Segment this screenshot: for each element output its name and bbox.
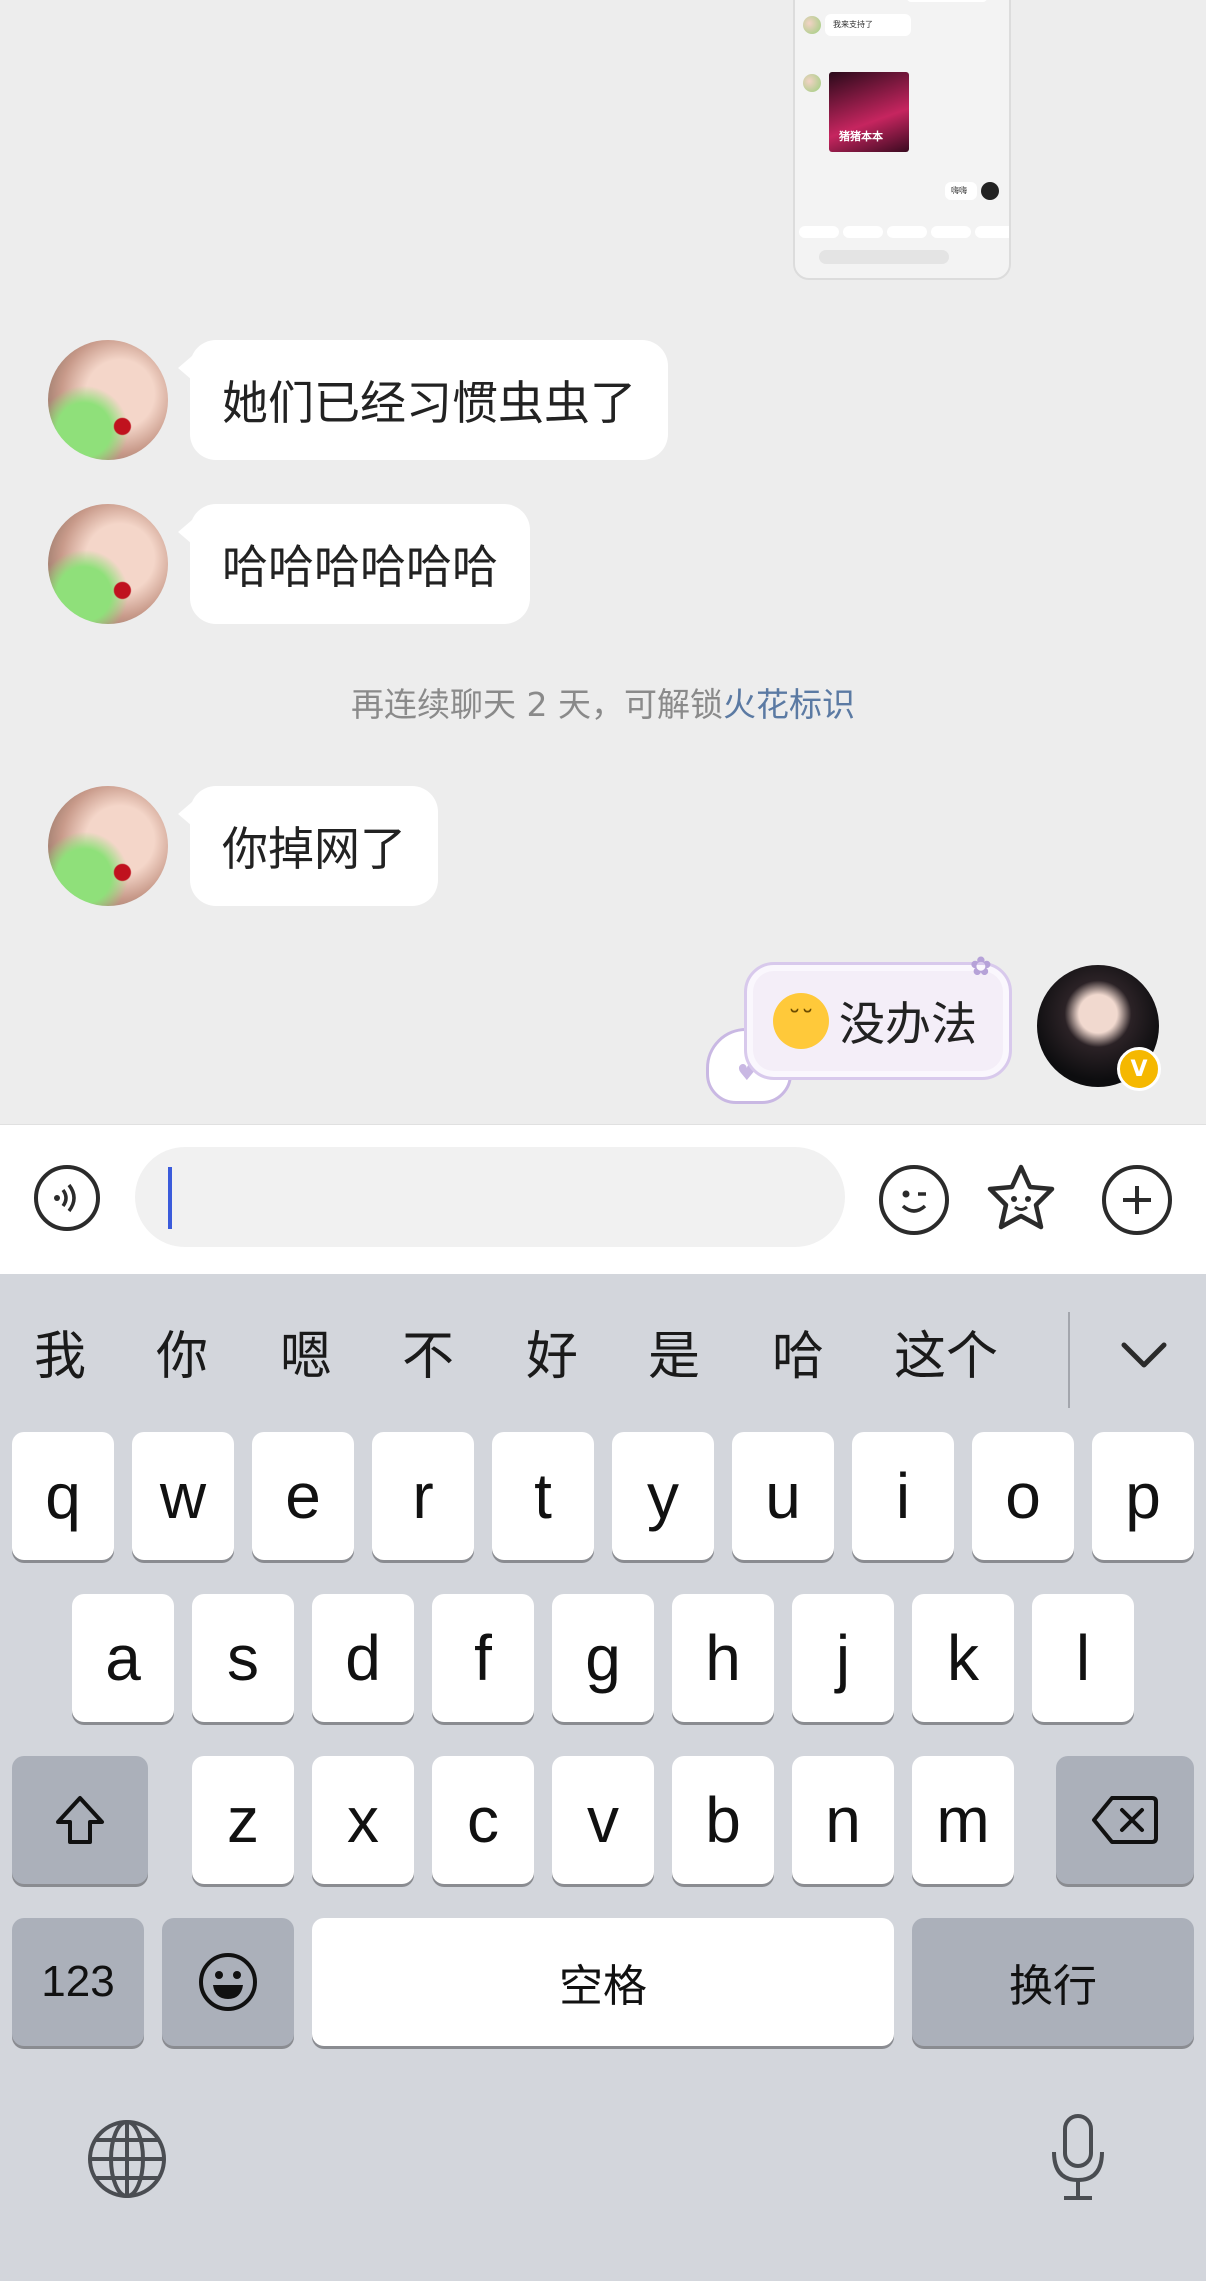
key-n[interactable]: n xyxy=(792,1756,894,1884)
contact-avatar[interactable] xyxy=(48,786,168,906)
key-v[interactable]: v xyxy=(552,1756,654,1884)
candidate-word[interactable]: 是 xyxy=(648,1314,700,1389)
candidate-word[interactable]: 哈 xyxy=(772,1314,824,1389)
candidate-word[interactable]: 嗯 xyxy=(280,1314,332,1389)
mini-avatar xyxy=(803,74,821,92)
key-m[interactable]: m xyxy=(912,1756,1014,1884)
key-l[interactable]: l xyxy=(1032,1594,1134,1722)
bubble-decoration-bow: ✿ xyxy=(970,952,992,982)
contact-avatar[interactable] xyxy=(48,340,168,460)
mini-avatar xyxy=(803,16,821,34)
sleepy-face-emoji-icon: ˘˘ xyxy=(773,993,829,1049)
key-r[interactable]: r xyxy=(372,1432,474,1560)
mini-chips xyxy=(799,226,1009,238)
candidate-divider xyxy=(1068,1312,1070,1408)
message-text: 你掉网了 xyxy=(222,822,406,876)
message-text: 她们已经习惯虫虫了 xyxy=(222,376,636,430)
mini-text: 我来支持了 xyxy=(833,20,873,29)
mini-image: 猪猪本本 xyxy=(829,72,909,152)
space-key[interactable]: 空格 xyxy=(312,1918,894,2046)
return-key[interactable]: 换行 xyxy=(912,1918,1194,2046)
key-w[interactable]: w xyxy=(132,1432,234,1560)
candidate-word[interactable]: 好 xyxy=(526,1314,578,1389)
mini-image-caption: 猪猪本本 xyxy=(839,130,883,143)
candidate-word[interactable]: 我 xyxy=(34,1314,86,1389)
system-note-text: 再连续聊天 2 天，可解锁 xyxy=(351,685,723,724)
smile-icon[interactable] xyxy=(879,1165,949,1235)
key-h[interactable]: h xyxy=(672,1594,774,1722)
mini-bubble xyxy=(907,0,987,2)
shift-key[interactable] xyxy=(12,1756,148,1884)
candidate-word[interactable]: 这个 xyxy=(894,1314,998,1389)
key-i[interactable]: i xyxy=(852,1432,954,1560)
voice-icon[interactable] xyxy=(34,1165,100,1231)
key-j[interactable]: j xyxy=(792,1594,894,1722)
microphone-icon[interactable] xyxy=(1048,2112,1108,2207)
text-caret xyxy=(168,1167,172,1229)
system-note: 再连续聊天 2 天，可解锁火花标识 xyxy=(0,678,1206,726)
key-u[interactable]: u xyxy=(732,1432,834,1560)
candidate-word[interactable]: 不 xyxy=(402,1314,454,1389)
mini-text: 嗨嗨 xyxy=(951,186,967,195)
key-c[interactable]: c xyxy=(432,1756,534,1884)
input-bar xyxy=(0,1124,1206,1275)
globe-icon[interactable] xyxy=(86,2118,168,2203)
key-d[interactable]: d xyxy=(312,1594,414,1722)
message-bubble[interactable]: 她们已经习惯虫虫了 xyxy=(178,340,668,460)
key-e[interactable]: e xyxy=(252,1432,354,1560)
message-bubble[interactable]: 你掉网了 xyxy=(178,786,438,906)
emoji-keyboard-key[interactable] xyxy=(162,1918,294,2046)
verified-badge-icon: V xyxy=(1117,1047,1161,1091)
message-text: 哈哈哈哈哈哈 xyxy=(222,540,498,594)
key-a[interactable]: a xyxy=(72,1594,174,1722)
key-q[interactable]: q xyxy=(12,1432,114,1560)
candidate-word[interactable]: 你 xyxy=(156,1314,208,1389)
key-s[interactable]: s xyxy=(192,1594,294,1722)
key-t[interactable]: t xyxy=(492,1432,594,1560)
key-z[interactable]: z xyxy=(192,1756,294,1884)
key-o[interactable]: o xyxy=(972,1432,1074,1560)
backspace-key[interactable] xyxy=(1056,1756,1194,1884)
sticker-star-icon[interactable] xyxy=(984,1161,1058,1235)
candidate-bar: 我 你 嗯 不 好 是 哈 这个 xyxy=(0,1274,1206,1424)
spark-badge-link[interactable]: 火花标识 xyxy=(723,685,855,724)
chevron-down-icon[interactable] xyxy=(1108,1324,1168,1384)
shared-screenshot[interactable]: 我来支持了 猪猪本本 嗨嗨 xyxy=(793,0,1011,280)
numbers-key[interactable]: 123 xyxy=(12,1918,144,2046)
chat-area: 我来支持了 猪猪本本 嗨嗨 她们已经习惯虫虫了 哈哈哈哈哈哈 再连续聊天 2 天… xyxy=(0,0,1206,1124)
key-f[interactable]: f xyxy=(432,1594,534,1722)
key-y[interactable]: y xyxy=(612,1432,714,1560)
key-p[interactable]: p xyxy=(1092,1432,1194,1560)
keyboard: 我 你 嗯 不 好 是 哈 这个 q w e r t y u i o p a s… xyxy=(0,1274,1206,2281)
key-k[interactable]: k xyxy=(912,1594,1014,1722)
key-b[interactable]: b xyxy=(672,1756,774,1884)
mini-input xyxy=(819,250,949,264)
mini-avatar xyxy=(981,182,999,200)
message-text: 没办法 xyxy=(839,997,977,1051)
plus-icon[interactable] xyxy=(1102,1165,1172,1235)
message-input[interactable] xyxy=(135,1147,845,1247)
message-bubble[interactable]: 哈哈哈哈哈哈 xyxy=(178,504,530,624)
key-x[interactable]: x xyxy=(312,1756,414,1884)
contact-avatar[interactable] xyxy=(48,504,168,624)
mini-bubble: 我来支持了 xyxy=(825,14,911,36)
mini-bubble: 嗨嗨 xyxy=(945,182,977,200)
key-g[interactable]: g xyxy=(552,1594,654,1722)
